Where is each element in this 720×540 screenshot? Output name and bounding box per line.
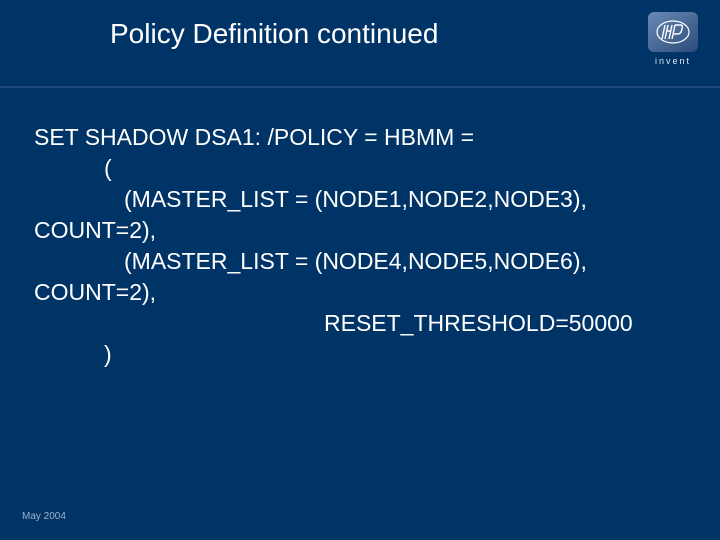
- code-line: SET SHADOW DSA1: /POLICY = HBMM =: [34, 122, 690, 153]
- footer-date: May 2004: [22, 511, 66, 522]
- slide-title: Policy Definition continued: [0, 12, 644, 50]
- code-line: ): [34, 339, 690, 370]
- header-divider: [0, 86, 720, 88]
- code-line: (MASTER_LIST = (NODE4,NODE5,NODE6),: [34, 246, 690, 277]
- code-line: COUNT=2),: [34, 277, 690, 308]
- hp-logo-block: invent: [644, 12, 702, 66]
- code-line: (: [34, 153, 690, 184]
- slide-header: Policy Definition continued invent: [0, 0, 720, 66]
- code-line: (MASTER_LIST = (NODE1,NODE2,NODE3),: [34, 184, 690, 215]
- code-line: COUNT=2),: [34, 215, 690, 246]
- hp-logo-icon: [648, 12, 698, 52]
- hp-invent-text: invent: [655, 56, 691, 66]
- code-line: RESET_THRESHOLD=50000: [34, 308, 690, 339]
- code-block: SET SHADOW DSA1: /POLICY = HBMM = ( (MAS…: [0, 88, 720, 370]
